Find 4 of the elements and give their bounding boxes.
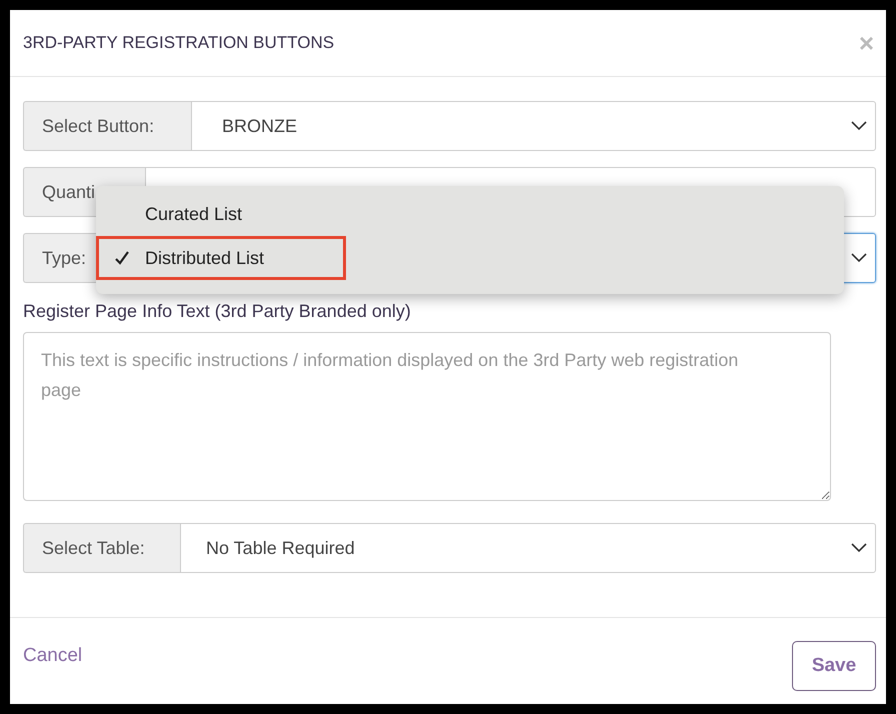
field-label: Select Button: — [23, 101, 191, 151]
dialog-title: 3RD-PARTY REGISTRATION BUTTONS — [23, 33, 334, 53]
field-label: Select Table: — [23, 523, 180, 573]
field-label: Register Page Info Text (3rd Party Branded only) — [23, 301, 412, 322]
